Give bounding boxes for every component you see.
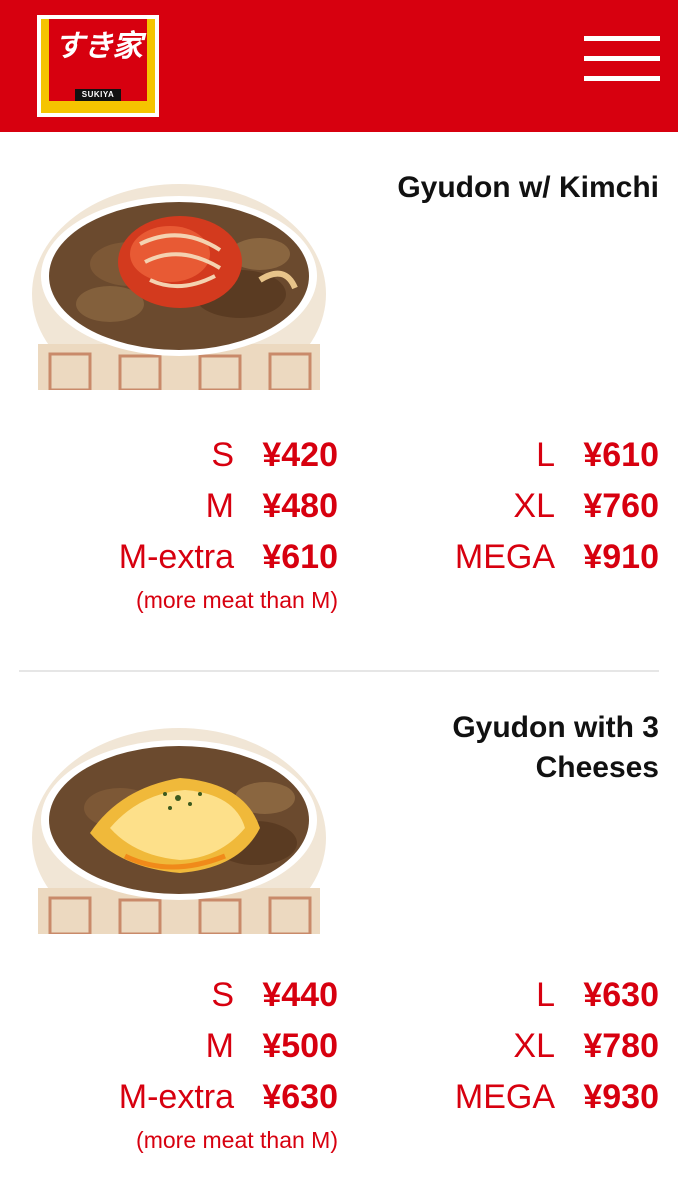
menu-line [584,36,660,41]
size-label: MEGA [454,1078,555,1116]
size-label: M [205,1027,234,1065]
item-title: Gyudon with 3 Cheeses [452,711,659,784]
top-bar: すき家 SUKIYA [0,0,678,132]
logo-badge: すき家 SUKIYA [41,19,155,113]
price-row: L ¥610 [536,430,659,480]
price-row: MEGA ¥930 [455,1072,659,1122]
menu-line [584,76,660,81]
size-label: XL [513,1027,555,1065]
price-value: ¥500 [262,1027,338,1065]
size-label: M-extra [118,1078,234,1116]
size-label: XL [513,487,555,525]
size-label: M-extra [118,538,234,576]
size-note: (more meat than M) [136,587,338,613]
price-value: ¥630 [583,976,659,1014]
price-value: ¥630 [262,1078,338,1116]
price-row: S ¥440 [211,970,338,1020]
price-value: ¥610 [262,538,338,576]
price-value: ¥610 [583,436,659,474]
size-note: (more meat than M) [136,1127,338,1153]
price-value: ¥910 [583,538,659,576]
price-row: XL ¥780 [513,1021,659,1071]
price-row: M ¥500 [206,1021,338,1071]
menu-item-gyudon-three-cheese: Gyudon with 3 Cheeses S ¥440 M ¥500 M-extr… [0,672,678,1200]
price-value: ¥420 [262,436,338,474]
size-label: MEGA [454,538,555,576]
menu-line [584,56,660,61]
logo-wordmark: SUKIYA [75,89,121,101]
price-value: ¥760 [583,487,659,525]
logo-mark: すき家 [54,29,143,64]
price-value: ¥480 [262,487,338,525]
price-value: ¥440 [262,976,338,1014]
gyudon-kimchi-bowl-image [32,184,326,390]
price-row: M-extra ¥610 [119,532,338,582]
size-label: L [536,976,555,1014]
price-row: M ¥480 [206,481,338,531]
size-label: M [205,487,234,525]
size-label: S [211,436,234,474]
price-row: XL ¥760 [513,481,659,531]
price-value: ¥780 [583,1027,659,1065]
gyudon-three-cheese-bowl-image [32,728,326,934]
price-row: M-extra ¥630 [119,1072,338,1122]
sukiya-logo[interactable]: すき家 SUKIYA [37,15,159,117]
size-label: S [211,976,234,1014]
price-row: S ¥420 [211,430,338,480]
price-value: ¥930 [583,1078,659,1116]
item-title: Gyudon w/ Kimchi [397,171,659,204]
menu-item-gyudon-kimchi: Gyudon w/ Kimchi S ¥420 M ¥480 M-extra ¥610… [0,132,678,670]
price-row: MEGA ¥910 [455,532,659,582]
size-label: L [536,436,555,474]
price-row: L ¥630 [536,970,659,1020]
hamburger-menu-icon[interactable] [584,36,660,82]
